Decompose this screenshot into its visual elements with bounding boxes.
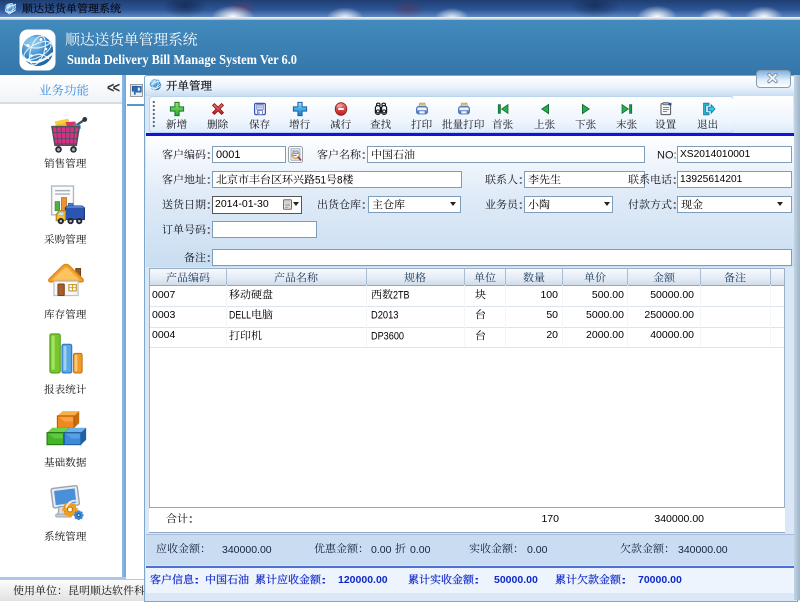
svg-text::: : (621, 574, 627, 586)
svg-text:DP3600: DP3600 (371, 330, 404, 342)
svg-text:Sunda Delivery Bill Manage Sys: Sunda Delivery Bill Manage System Ver 6.… (67, 52, 297, 67)
svg-text::: : (518, 174, 524, 186)
svg-text:DELL: DELL (229, 310, 251, 322)
svg-text::: : (188, 513, 194, 525)
svg-text:8: 8 (337, 174, 343, 186)
svg-text::: : (474, 574, 480, 586)
svg-text:2TB: 2TB (393, 289, 410, 301)
svg-text::: : (361, 199, 367, 211)
svg-text::: : (206, 199, 212, 211)
svg-text::: : (194, 574, 200, 586)
svg-text::: : (361, 149, 367, 161)
svg-text:51: 51 (315, 174, 326, 186)
svg-text::: : (206, 174, 212, 186)
svg-text::: : (321, 574, 327, 586)
svg-text::: : (518, 199, 524, 211)
svg-text::: : (206, 149, 212, 161)
svg-text:D2013: D2013 (371, 310, 399, 322)
svg-text::: : (206, 252, 212, 264)
svg-text::: : (206, 224, 212, 236)
svg-text:NO:: NO: (657, 149, 677, 161)
